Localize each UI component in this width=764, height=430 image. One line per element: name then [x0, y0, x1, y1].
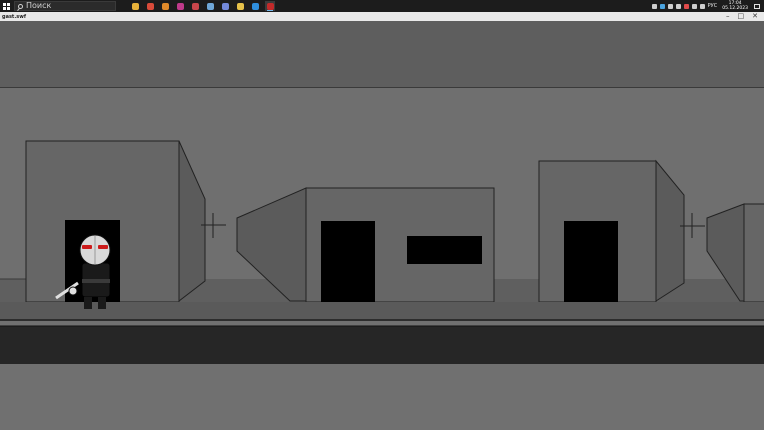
- taskbar-search-input[interactable]: Поиск: [14, 1, 116, 11]
- building-left: [25, 140, 206, 303]
- browser-icon[interactable]: [160, 1, 170, 11]
- vscode-icon[interactable]: [250, 1, 260, 11]
- minimize-button[interactable]: –: [726, 13, 730, 20]
- building-right: [538, 159, 685, 303]
- discord-icon[interactable]: [220, 1, 230, 11]
- taskbar-apps: [130, 1, 275, 11]
- goggle-right: [98, 245, 108, 249]
- close-button[interactable]: ✕: [752, 13, 758, 20]
- window-title: gast.swf: [2, 13, 26, 20]
- building-middle: [236, 187, 495, 303]
- notification-icon[interactable]: [754, 3, 760, 9]
- clock-date: 05.12.2023: [722, 6, 748, 11]
- goggle-left: [82, 245, 92, 249]
- door-right: [564, 221, 618, 302]
- floor-edge: [0, 321, 764, 326]
- window-middle: [407, 236, 482, 264]
- cloud-icon[interactable]: [659, 3, 665, 9]
- maximize-button[interactable]: □: [738, 13, 745, 20]
- language-indicator[interactable]: РУС: [708, 3, 718, 9]
- volume-icon[interactable]: [699, 3, 705, 9]
- windows-logo-icon: [2, 2, 10, 10]
- clock[interactable]: 17:04 05.12.2023: [722, 1, 748, 11]
- floor: [0, 302, 764, 321]
- lower-void: [0, 364, 764, 430]
- file-explorer-icon[interactable]: [130, 1, 140, 11]
- game-icon[interactable]: [265, 1, 275, 11]
- sky-band: [0, 21, 764, 88]
- search-icon: [18, 3, 23, 9]
- usb-icon[interactable]: [675, 3, 681, 9]
- taskbar: Поиск РУС 17:04 05.12.2023: [0, 0, 764, 12]
- door-middle: [321, 221, 375, 302]
- dark-band: [0, 326, 764, 364]
- search-placeholder: Поиск: [26, 1, 52, 10]
- chrome-profile-icon[interactable]: [190, 1, 200, 11]
- game-canvas[interactable]: [0, 21, 764, 430]
- folder-icon[interactable]: [235, 1, 245, 11]
- game-window-titlebar: gast.swf – □ ✕: [0, 12, 764, 21]
- steam-icon[interactable]: [205, 1, 215, 11]
- app-icon[interactable]: [175, 1, 185, 11]
- battery-icon[interactable]: [667, 3, 673, 9]
- chrome-icon[interactable]: [145, 1, 155, 11]
- network-icon[interactable]: [691, 3, 697, 9]
- security-icon[interactable]: [683, 3, 689, 9]
- start-button[interactable]: [0, 0, 12, 12]
- chevron-up-icon[interactable]: [651, 3, 657, 9]
- system-tray: РУС 17:04 05.12.2023: [651, 1, 764, 11]
